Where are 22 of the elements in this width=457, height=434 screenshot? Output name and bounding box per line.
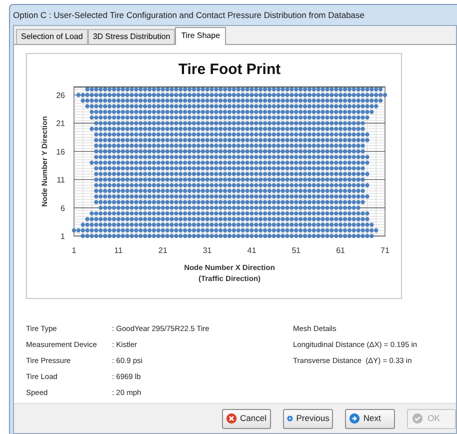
x-tick-label: 11	[114, 246, 123, 255]
x-tick-label: 61	[336, 246, 346, 255]
x-tick-label: 51	[292, 246, 301, 255]
x-tick-label: 41	[247, 246, 256, 255]
chart-title: Tire Foot Print	[178, 61, 281, 78]
y-tick-label: 11	[56, 176, 65, 185]
tab[interactable]: Tire Shape	[175, 27, 226, 45]
tab[interactable]: Selection of Load	[16, 29, 88, 44]
previous-button[interactable]: Previous	[283, 408, 334, 428]
y-tick-label: 1	[60, 232, 65, 241]
y-tick-label: 26	[56, 91, 65, 100]
cancel-button[interactable]: Cancel	[222, 408, 272, 428]
x-tick-label: 31	[202, 246, 212, 255]
x-tick-label: 21	[158, 246, 168, 255]
y-tick-label: 6	[60, 204, 65, 213]
window-title: Option C : User-Selected Tire Configuration and Contact Pressure Distribution from Database	[12, 9, 366, 22]
y-tick-label: 21	[56, 119, 65, 128]
next-button[interactable]: Next	[345, 408, 395, 428]
y-tick-label: 16	[56, 147, 65, 156]
tab[interactable]: 3D Stress Distribution	[88, 29, 176, 44]
x-tick-label: 1	[72, 246, 76, 255]
x-tick-label: 71	[380, 246, 390, 255]
